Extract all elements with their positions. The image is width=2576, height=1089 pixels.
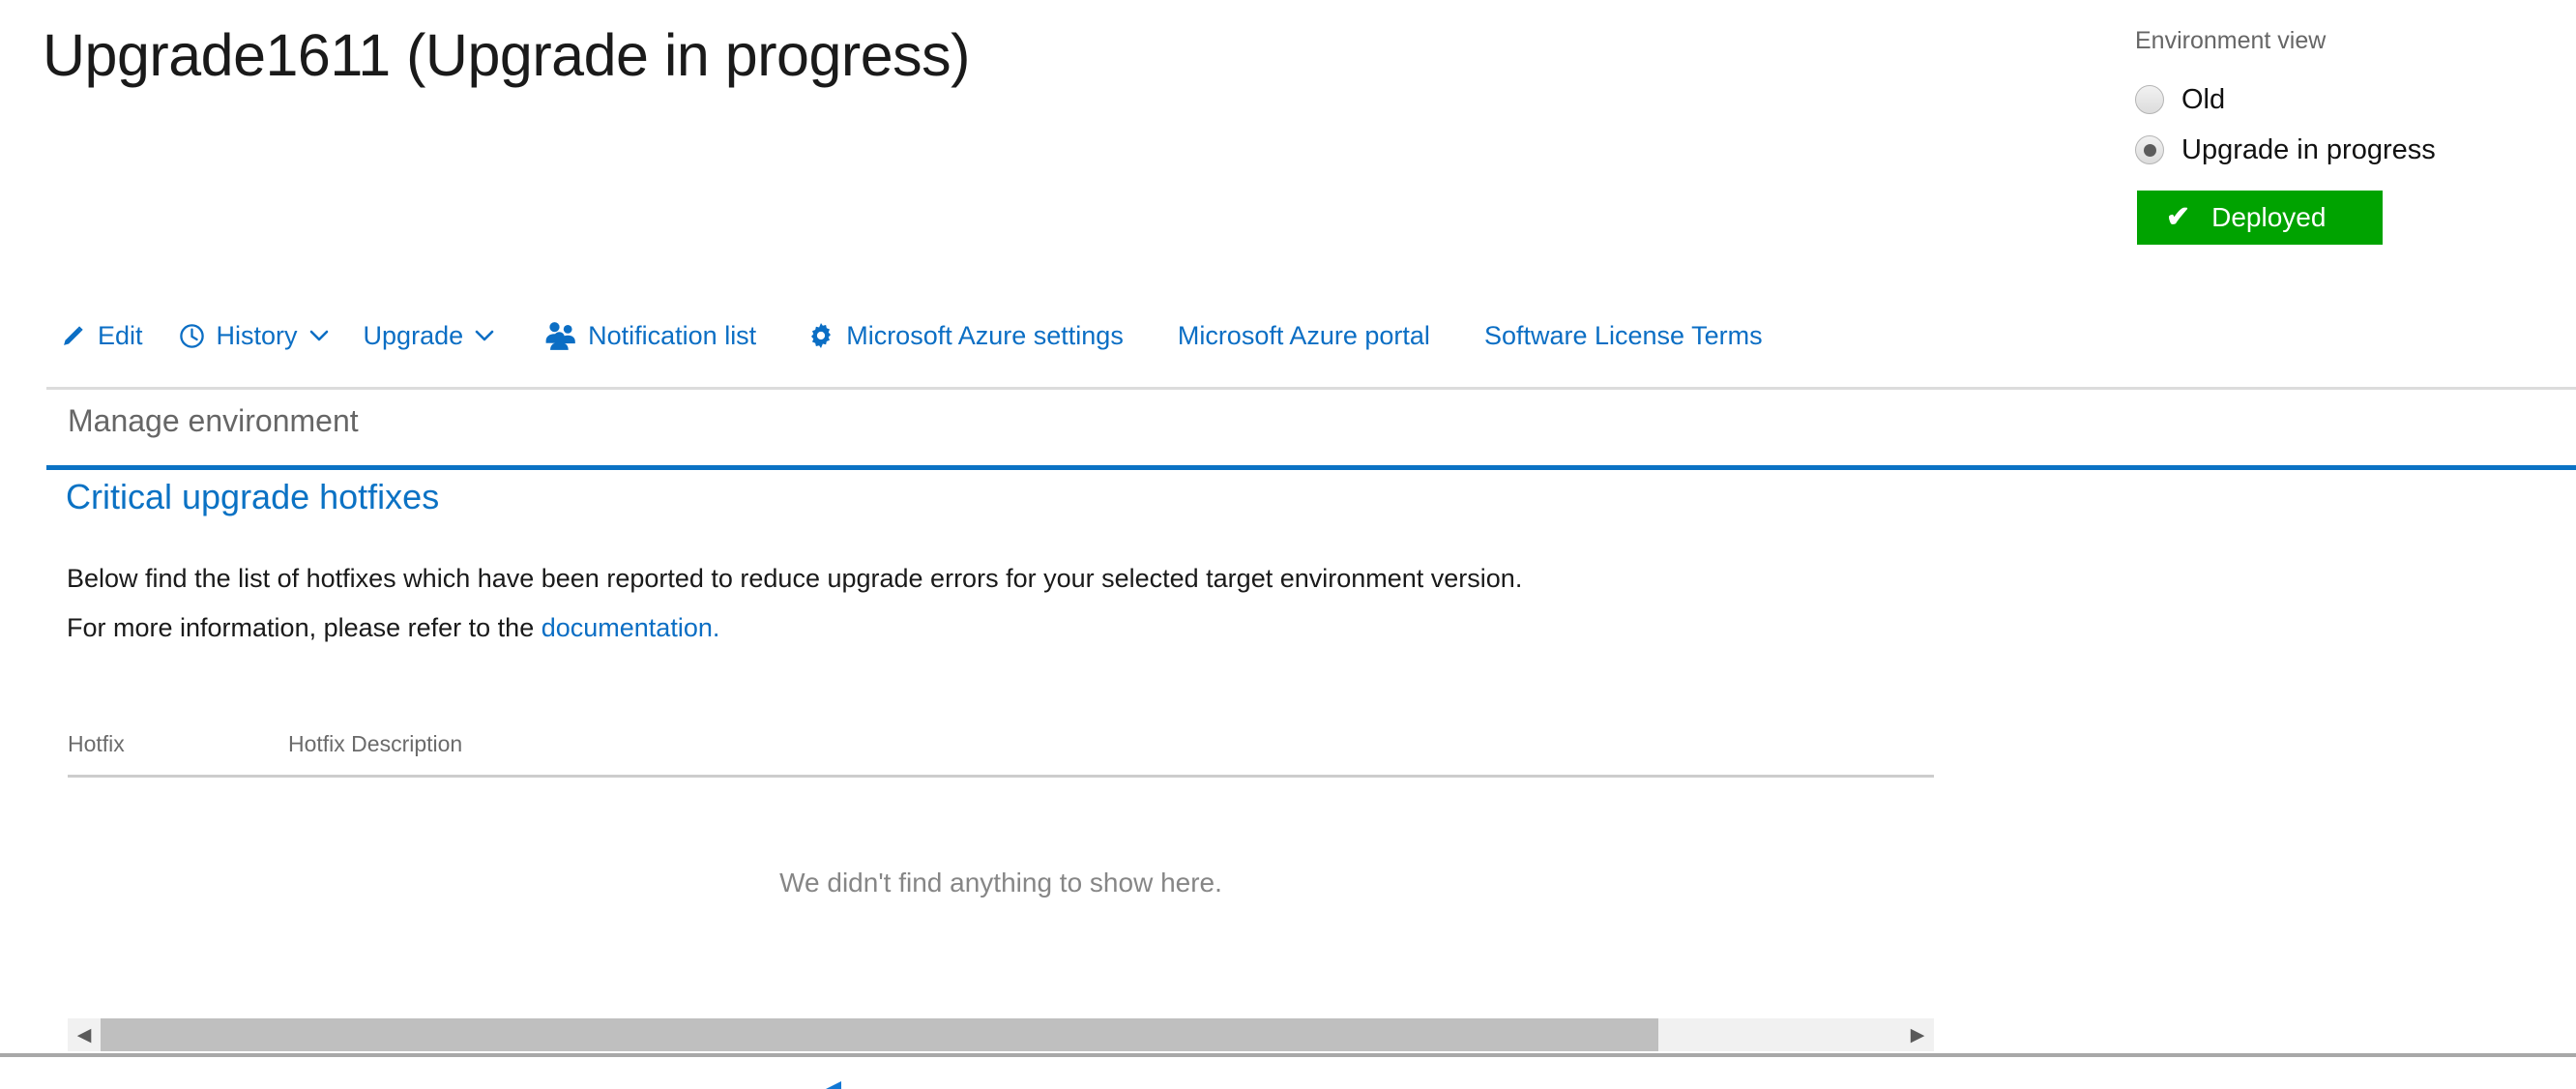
horizontal-scrollbar[interactable]: ◀ ▶ (68, 1018, 1934, 1051)
environment-view-panel: Environment view Old Upgrade in progress… (2135, 27, 2561, 245)
status-badge-label: Deployed (2211, 202, 2326, 233)
command-notification-list-label: Notification list (588, 321, 756, 351)
command-upgrade-label: Upgrade (364, 321, 464, 351)
scrollbar-track[interactable] (101, 1018, 1901, 1051)
section-accent-divider (46, 465, 2576, 470)
pencil-icon (60, 322, 87, 349)
gear-icon (806, 321, 835, 350)
radio-circle-selected-icon[interactable] (2135, 135, 2164, 164)
command-azure-portal-label: Microsoft Azure portal (1178, 321, 1430, 351)
documentation-link[interactable]: documentation. (542, 613, 720, 642)
page-section-heading[interactable]: Critical upgrade hotfixes (66, 477, 439, 517)
description-line-2-prefix: For more information, please refer to th… (67, 613, 542, 642)
chevron-down-icon[interactable] (309, 329, 329, 342)
clipped-bottom-element (826, 1081, 841, 1089)
status-badge-deployed: ✔ Deployed (2137, 191, 2383, 245)
command-software-license-terms-label: Software License Terms (1484, 321, 1763, 351)
radio-option-old-label: Old (2181, 84, 2225, 116)
scrollbar-bottom-rule (0, 1053, 2576, 1057)
radio-option-upgrade-in-progress-label: Upgrade in progress (2181, 134, 2436, 166)
scroll-left-arrow-icon[interactable]: ◀ (68, 1018, 101, 1051)
command-azure-settings-label: Microsoft Azure settings (846, 321, 1124, 351)
section-description: Below find the list of hotfixes which ha… (67, 554, 2097, 653)
environment-view-label: Environment view (2135, 27, 2561, 55)
manage-environment-label: Manage environment (68, 403, 359, 439)
command-edit[interactable]: Edit (60, 321, 143, 351)
command-history-label: History (217, 321, 298, 351)
scroll-right-arrow-icon[interactable]: ▶ (1901, 1018, 1934, 1051)
hotfix-table: Hotfix Hotfix Description (68, 721, 1934, 778)
chevron-down-icon[interactable] (475, 329, 494, 342)
radio-circle-icon[interactable] (2135, 85, 2164, 114)
scrollbar-thumb[interactable] (101, 1018, 1658, 1051)
command-azure-portal[interactable]: Microsoft Azure portal (1178, 321, 1430, 351)
command-software-license-terms[interactable]: Software License Terms (1484, 321, 1763, 351)
page-title: Upgrade1611 (Upgrade in progress) (43, 21, 970, 89)
toolbar-divider (46, 387, 2576, 390)
radio-option-upgrade-in-progress[interactable]: Upgrade in progress (2135, 125, 2561, 175)
command-upgrade[interactable]: Upgrade (364, 321, 495, 351)
column-header-hotfix[interactable]: Hotfix (68, 731, 288, 775)
command-notification-list[interactable]: Notification list (544, 321, 756, 351)
command-azure-settings[interactable]: Microsoft Azure settings (806, 321, 1124, 351)
checkmark-icon: ✔ (2166, 203, 2190, 232)
table-empty-state-message: We didn't find anything to show here. (68, 868, 1934, 898)
radio-option-old[interactable]: Old (2135, 74, 2561, 125)
command-edit-label: Edit (98, 321, 143, 351)
command-bar: Edit History Upgrade (60, 308, 1798, 364)
command-history[interactable]: History (178, 321, 329, 351)
people-icon (544, 321, 577, 350)
clock-icon (178, 322, 206, 350)
description-line-1: Below find the list of hotfixes which ha… (67, 554, 2097, 603)
description-line-2: For more information, please refer to th… (67, 603, 2097, 653)
column-header-hotfix-description[interactable]: Hotfix Description (288, 731, 868, 775)
table-header-row: Hotfix Hotfix Description (68, 721, 1934, 778)
